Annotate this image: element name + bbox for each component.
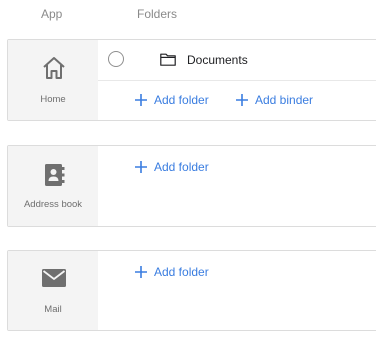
folder-select-radio[interactable] bbox=[108, 51, 124, 67]
folder-row[interactable]: Documents bbox=[98, 40, 376, 81]
add-folder-label: Add folder bbox=[154, 265, 209, 279]
folder-icon bbox=[160, 53, 176, 66]
app-cell-mail: Mail bbox=[8, 251, 98, 330]
plus-icon bbox=[135, 266, 147, 278]
mail-icon bbox=[42, 269, 66, 287]
home-icon bbox=[43, 57, 65, 79]
plus-icon bbox=[135, 94, 147, 106]
add-folder-label: Add folder bbox=[154, 93, 209, 107]
add-binder-button[interactable]: Add binder bbox=[236, 93, 313, 107]
column-header-app: App bbox=[41, 7, 63, 21]
folder-name[interactable]: Documents bbox=[187, 53, 248, 67]
app-card-home: Home Documents Add folder Add binder bbox=[7, 39, 376, 121]
plus-icon bbox=[135, 161, 147, 173]
app-card-mail: Mail Add folder bbox=[7, 250, 376, 331]
app-cell-home: Home bbox=[8, 40, 98, 120]
app-label-home: Home bbox=[40, 94, 66, 105]
add-folder-button[interactable]: Add folder bbox=[135, 93, 209, 107]
app-label-address-book: Address book bbox=[23, 199, 83, 210]
app-cell-address-book: Address book bbox=[8, 146, 98, 226]
add-folder-label: Add folder bbox=[154, 160, 209, 174]
address-book-icon bbox=[45, 164, 65, 186]
app-card-address-book: Address book Add folder bbox=[7, 145, 376, 227]
column-header-folders: Folders bbox=[137, 7, 178, 21]
plus-icon bbox=[236, 94, 248, 106]
app-label-mail: Mail bbox=[44, 304, 62, 315]
add-folder-button[interactable]: Add folder bbox=[135, 160, 209, 174]
add-binder-label: Add binder bbox=[255, 93, 314, 107]
add-folder-button[interactable]: Add folder bbox=[135, 265, 209, 279]
